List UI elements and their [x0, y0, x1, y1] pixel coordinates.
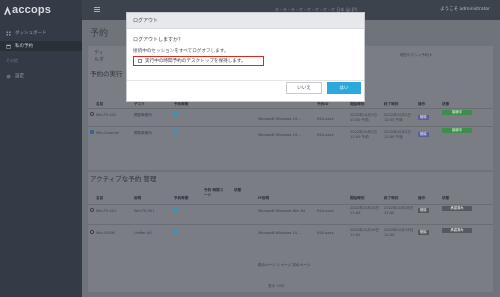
col-header: 状態 [442, 102, 450, 106]
col-header: 予約ID [317, 102, 329, 106]
windows-icon [174, 112, 177, 116]
sidebar-item-label: ダッシュボード [15, 31, 47, 36]
sidebar-section-label: その他 [6, 58, 18, 63]
sidebar-item-my-reservations[interactable]: 私の予約 [0, 41, 82, 51]
page-title: 予約 [90, 29, 109, 39]
row-desk: Unifier AV [134, 231, 152, 235]
row-os: Microsoft Windows 10... [258, 231, 301, 235]
row-os: Microsoft Windows Win 64 [258, 209, 306, 213]
keep-desktop-option[interactable]: 実行中の時間予約のデスクトップを保持します。 [133, 56, 264, 66]
status-badge: 接続中 [442, 110, 472, 115]
gear-icon [6, 74, 11, 78]
keep-desktop-label: 実行中の時間予約のデスクトップを保持します。 [145, 59, 246, 64]
col-header: 予約時間 [174, 196, 189, 200]
col-header: デスク [134, 102, 145, 106]
row-radio-selected[interactable] [90, 130, 94, 134]
delete-button[interactable]: 削除 [418, 132, 429, 137]
dialog-header: ログアウト [127, 13, 364, 29]
windows-icon [174, 230, 177, 234]
delete-button[interactable]: 削除 [418, 208, 429, 213]
row-name: Win-SOUM [96, 231, 115, 235]
row-start: 2022年10月2日 11:00 午前 [350, 130, 377, 139]
logout-description: 接続中のセッションをすべてログオフします。 [133, 49, 229, 54]
sidebar-item-label: 設定 [15, 74, 24, 79]
row-name: Win-Channel [96, 131, 119, 135]
logo: accops [4, 3, 51, 17]
row-end: 2022年10月16日 12:00 [384, 228, 414, 237]
col-header: 名前 [96, 196, 104, 200]
menu-icon[interactable] [94, 7, 100, 12]
col-header: 操作 [418, 102, 426, 106]
row-start: 2022年10月16日 11:00 [350, 206, 380, 215]
delete-button[interactable]: 削除 [418, 230, 429, 235]
row-host: ESX-xxxx [317, 231, 334, 235]
col-header: 予約 時間コード [204, 188, 224, 197]
row-os: Microsoft Windows 10... [258, 133, 301, 137]
row-start: 2022年10月2日 11:00 午前 [350, 113, 377, 122]
row-end: 2022年10月2日 12:00 午後 [384, 113, 411, 122]
col-header: 状態 [442, 196, 450, 200]
row-start: 2022年10月16日 11:00 [350, 228, 380, 237]
machine-filter-dropdown[interactable]: 現在のマシン予約 ▾ [400, 53, 432, 58]
col-header: 終了時刻 [384, 102, 399, 106]
col-header: 操作 [418, 196, 426, 200]
col-header: 開始時刻 [350, 196, 365, 200]
confirm-logout-button[interactable]: はい [327, 82, 361, 94]
col-header: 開始時刻 [350, 102, 365, 106]
row-desk: 開発事務所 [134, 113, 152, 117]
section-title-running: 予約の実行 [90, 70, 123, 78]
row-os: Microsoft Windows 10... [258, 117, 301, 121]
col-header: 予約時間 [174, 102, 189, 106]
col-header: 説明 [134, 196, 142, 200]
page-size-selector[interactable]: 表示 10件 [268, 284, 285, 289]
row-desk: 開発事務所 [134, 131, 152, 135]
row-radio[interactable] [90, 208, 94, 212]
col-header: IP説明 [258, 196, 270, 200]
row-host: ESX-xxxx [317, 209, 334, 213]
sidebar-item-label: 私の予約 [15, 44, 33, 49]
status-badge: 接続中 [442, 128, 472, 133]
row-name: Win-TS-002 [96, 113, 117, 117]
row-radio[interactable] [90, 230, 94, 234]
row-host: ESX-xxxx [317, 133, 334, 137]
col-header: 状態 [234, 188, 242, 192]
panel-partial-label: ディ ルダ [94, 50, 105, 63]
row-name: Win-TS-001 [96, 209, 117, 213]
sidebar-item-dashboard[interactable]: ダッシュボード [0, 28, 82, 38]
col-header: 終了時刻 [384, 196, 399, 200]
sidebar-item-settings[interactable]: 設定 [0, 71, 82, 81]
windows-icon [174, 130, 177, 134]
delete-button[interactable]: 削除 [418, 115, 429, 120]
cancel-button[interactable]: いいえ [286, 82, 322, 94]
windows-icon [174, 208, 177, 212]
sidebar: accops ダッシュボード 私の予約 その他 設定 [0, 0, 82, 297]
user-menu[interactable]: ようこそ administrator [440, 6, 490, 12]
row-end: 2022年10月2日 12:00 午後 [384, 130, 411, 139]
keep-desktop-checkbox[interactable] [138, 59, 142, 63]
dialog-divider [127, 80, 364, 81]
logout-dialog: ログアウト ログアウトしますか？ 接続中のセッションをすべてログオフします。 実… [126, 12, 365, 102]
row-end: 2022年10月16日 12:00 [384, 206, 414, 215]
logo-text: accops [12, 4, 52, 16]
row-host: ESX-xxxx [317, 117, 334, 121]
status-badge: 承認済み [442, 228, 472, 233]
logout-question: ログアウトしますか？ [133, 37, 184, 43]
dialog-title: ログアウト [133, 18, 159, 24]
row-radio[interactable] [90, 112, 94, 116]
row-desk: Win-TS-001 [134, 209, 155, 213]
section-title-active: アクティブな予約 管理 [90, 175, 157, 183]
accops-logo-icon [4, 5, 11, 15]
status-badge: 承認済み [442, 206, 472, 211]
calendar-icon [6, 44, 11, 49]
dashboard-icon [6, 31, 11, 35]
col-header: 名前 [96, 102, 104, 106]
pagination[interactable]: 前のページ 1 ページ 次のページ [258, 263, 310, 268]
